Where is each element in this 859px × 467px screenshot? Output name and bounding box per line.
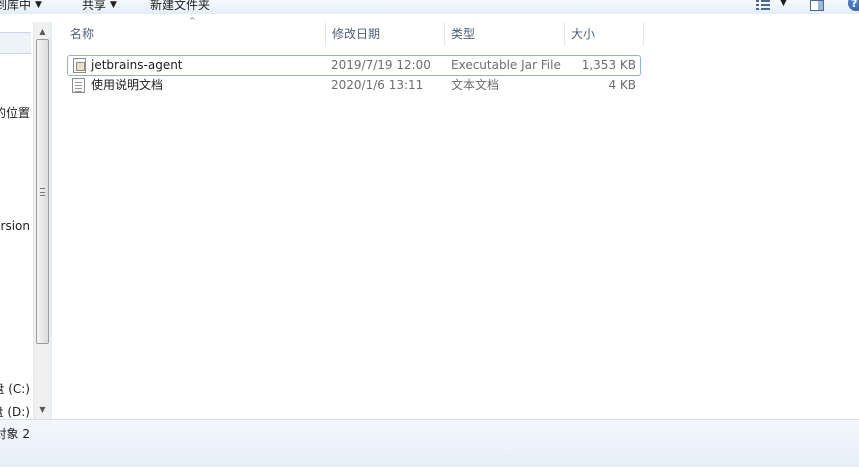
command-toolbar: 包含到库中▼ 共享▼ 新建文件夹 ▼ ? [0, 0, 859, 14]
nav-selected-item[interactable] [0, 32, 31, 54]
nav-item-recent-places[interactable]: 最近访问的位置 [0, 104, 30, 121]
status-bar: 2 个对象 [0, 419, 859, 467]
file-row-usage-doc[interactable]: 使用说明文档 2020/1/6 13:11 文本文档 4 KB [67, 76, 641, 97]
scroll-down-icon[interactable]: ▼ [37, 404, 48, 415]
scrollbar-thumb[interactable] [36, 39, 49, 344]
scroll-up-icon[interactable]: ▲ [37, 26, 48, 37]
file-row-jetbrains-agent[interactable]: jetbrains-agent 2019/7/19 12:00 Executab… [67, 55, 641, 76]
help-icon[interactable]: ? [848, 0, 859, 11]
file-size: 4 KB [608, 78, 636, 92]
column-header-type[interactable]: 类型 [445, 22, 565, 46]
column-header-label: 名称 [70, 27, 95, 41]
column-header-label: 大小 [571, 27, 596, 41]
nav-vertical-scrollbar[interactable]: ▲ ▼ [33, 22, 50, 419]
column-header-size[interactable]: 大小 [565, 22, 644, 46]
file-name: 使用说明文档 [91, 78, 164, 92]
include-in-library-label: 包含到库中 [0, 0, 32, 12]
file-type: Executable Jar File [451, 58, 561, 72]
jar-file-icon [73, 58, 86, 73]
column-header-name[interactable]: 名称 [64, 22, 326, 46]
column-header-label: 修改日期 [332, 27, 381, 41]
file-size: 1,353 KB [581, 58, 636, 72]
chevron-down-icon: ▼ [110, 0, 117, 10]
column-header-label: 类型 [451, 27, 476, 41]
nav-item-drive-c[interactable]: 本地磁盘 (C:) [0, 380, 30, 397]
new-folder-button[interactable]: 新建文件夹 [150, 0, 210, 13]
nav-item-drive-d[interactable]: 本地磁盘 (D:) [0, 403, 30, 419]
share-label: 共享 [82, 0, 107, 12]
file-modified: 2020/1/6 13:11 [331, 78, 424, 92]
chevron-down-icon: ▼ [35, 0, 42, 10]
text-file-icon [72, 78, 85, 93]
include-in-library-button[interactable]: 包含到库中▼ [0, 0, 42, 13]
file-name: jetbrains-agent [91, 58, 183, 72]
navigation-pane: 最近访问的位置 Subversion 本地磁盘 (C:) 本地磁盘 (D:) [0, 22, 33, 419]
new-folder-label: 新建文件夹 [150, 0, 211, 12]
grip-icon [40, 188, 45, 196]
file-type: 文本文档 [451, 78, 500, 92]
nav-item-subversion[interactable]: Subversion [0, 219, 30, 233]
file-modified: 2019/7/19 12:00 [331, 58, 431, 72]
file-list: ^ 名称 修改日期 类型 大小 jetbrains-agent 2019/7/1… [52, 16, 859, 419]
status-item-count: 2 个对象 [0, 427, 30, 441]
preview-pane-icon[interactable] [810, 0, 824, 11]
view-options-chevron-icon[interactable]: ▼ [780, 0, 787, 8]
view-options-icon[interactable] [756, 0, 770, 10]
share-button[interactable]: 共享 ▼ [82, 0, 117, 13]
help-glyph: ? [851, 0, 858, 10]
column-header-modified[interactable]: 修改日期 [326, 22, 445, 46]
